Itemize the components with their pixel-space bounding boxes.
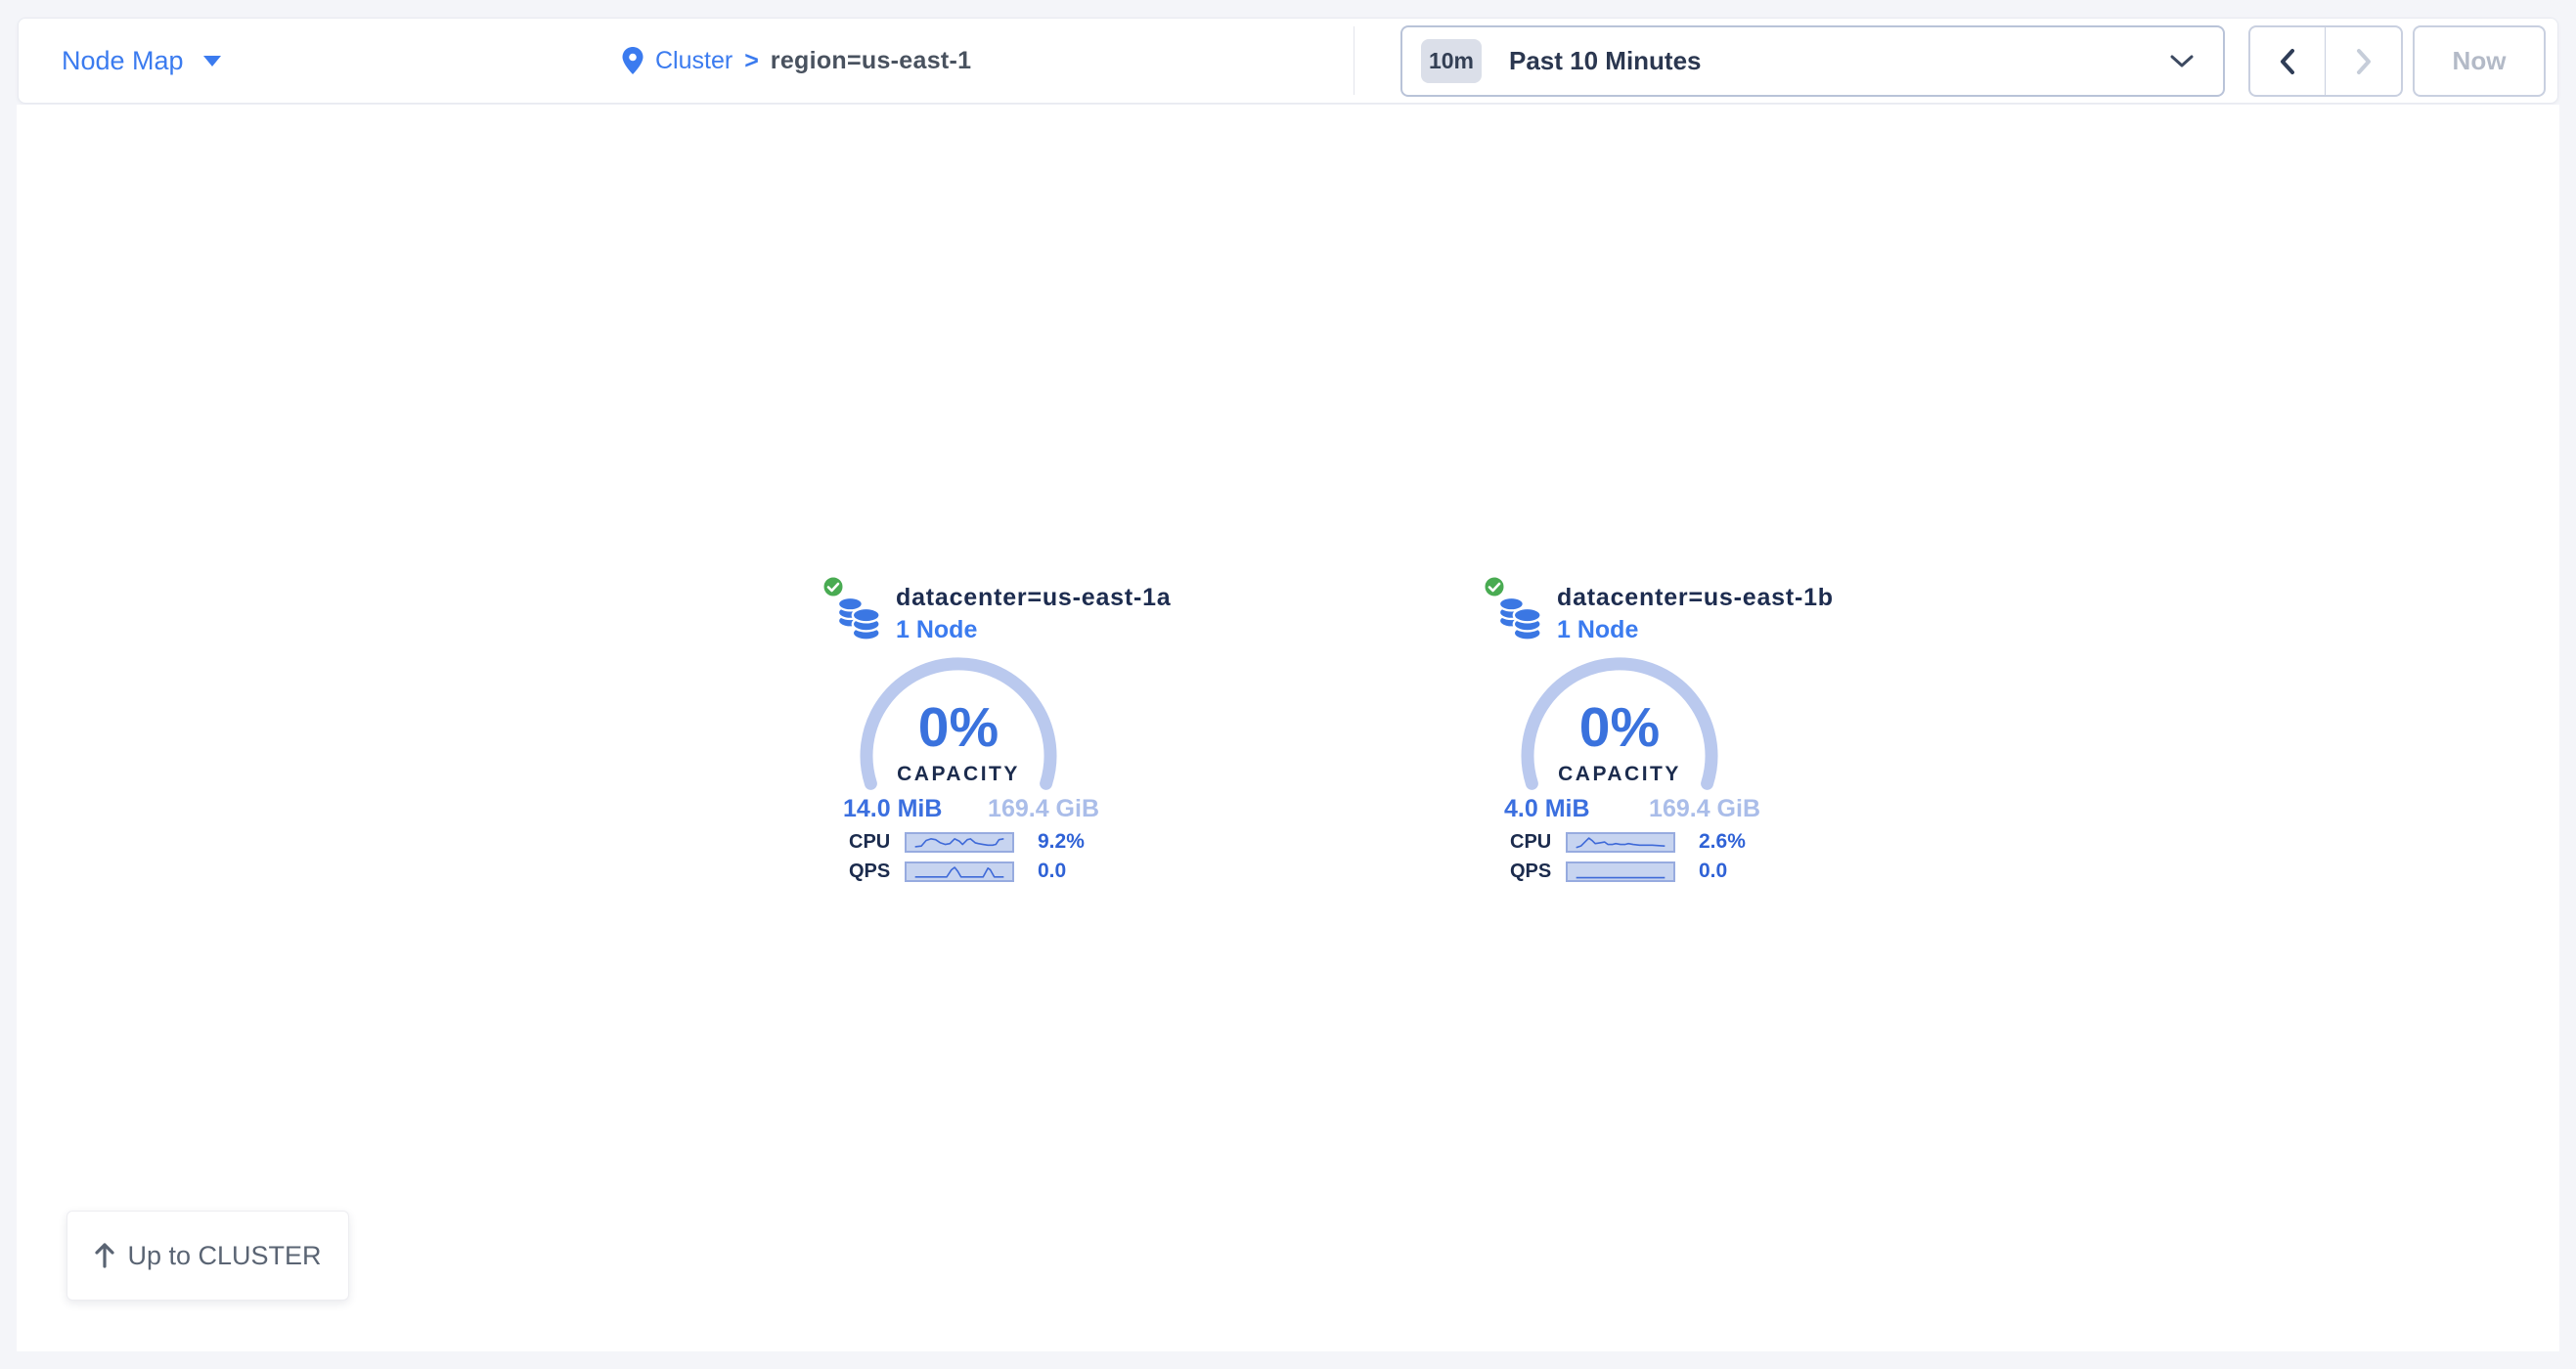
locality-node-count: 1 Node (896, 616, 977, 644)
qps-value: 0.0 (1699, 860, 1727, 883)
breadcrumb-cluster-link[interactable]: Cluster (655, 47, 733, 75)
cpu-value: 2.6% (1699, 830, 1746, 854)
cpu-metric-row: CPU 2.6% (1510, 830, 1746, 854)
arrow-up-icon (94, 1243, 115, 1268)
capacity-total: 169.4 GiB (988, 795, 1099, 823)
capacity-used: 14.0 MiB (843, 795, 942, 823)
time-prev-button[interactable] (2250, 27, 2326, 95)
view-selector-label: Node Map (62, 46, 184, 76)
time-window-label: Past 10 Minutes (1509, 46, 1702, 76)
capacity-percent: 0% (1520, 695, 1719, 760)
database-stack-icon (1498, 594, 1543, 642)
breadcrumb: Cluster > region=us-east-1 (622, 19, 971, 103)
locality-node-count: 1 Node (1557, 616, 1638, 644)
time-next-button[interactable] (2326, 27, 2401, 95)
capacity-row: 14.0 MiB 169.4 GiB (843, 795, 1099, 823)
breadcrumb-separator: > (744, 47, 759, 75)
capacity-used: 4.0 MiB (1504, 795, 1590, 823)
chevron-right-icon (2353, 47, 2375, 76)
capacity-row: 4.0 MiB 169.4 GiB (1504, 795, 1760, 823)
top-toolbar: Node Map Cluster > region=us-east-1 10m … (18, 18, 2558, 104)
locality-name: datacenter=us-east-1b (1557, 584, 1834, 612)
node-map-canvas: datacenter=us-east-1a 1 Node 0% CAPACITY… (17, 105, 2559, 1351)
cpu-label: CPU (1510, 831, 1566, 854)
qps-value: 0.0 (1038, 860, 1066, 883)
up-to-cluster-label: Up to CLUSTER (127, 1241, 321, 1271)
qps-metric-row: QPS 0.0 (849, 860, 1066, 883)
cpu-value: 9.2% (1038, 830, 1085, 854)
database-stack-icon (837, 594, 882, 642)
qps-label: QPS (1510, 861, 1566, 883)
qps-sparkline (905, 861, 1014, 882)
capacity-total: 169.4 GiB (1649, 795, 1760, 823)
time-pager (2248, 25, 2403, 97)
qps-metric-row: QPS 0.0 (1510, 860, 1727, 883)
qps-label: QPS (849, 861, 905, 883)
capacity-percent: 0% (859, 695, 1058, 760)
location-pin-icon (622, 47, 644, 74)
locality-name: datacenter=us-east-1a (896, 584, 1172, 612)
up-to-cluster-button[interactable]: Up to CLUSTER (67, 1211, 349, 1301)
time-window-badge: 10m (1421, 39, 1482, 83)
cpu-sparkline (1566, 832, 1675, 853)
time-window-dropdown[interactable]: 10m Past 10 Minutes (1400, 25, 2225, 97)
cpu-metric-row: CPU 9.2% (849, 830, 1085, 854)
breadcrumb-current: region=us-east-1 (771, 47, 972, 75)
view-selector-dropdown[interactable]: Node Map (62, 19, 221, 103)
locality-widget-us-east-1b[interactable]: datacenter=us-east-1b 1 Node 0% CAPACITY… (1481, 572, 1823, 900)
chevron-down-icon (2170, 55, 2194, 68)
capacity-caption: CAPACITY (1520, 763, 1719, 786)
cpu-label: CPU (849, 831, 905, 854)
chevron-left-icon (2277, 47, 2298, 76)
capacity-caption: CAPACITY (859, 763, 1058, 786)
qps-sparkline (1566, 861, 1675, 882)
cpu-sparkline (905, 832, 1014, 853)
locality-widget-us-east-1a[interactable]: datacenter=us-east-1a 1 Node 0% CAPACITY… (820, 572, 1162, 900)
toolbar-divider (1354, 26, 1355, 95)
now-button[interactable]: Now (2413, 25, 2546, 97)
caret-down-icon (203, 56, 221, 66)
